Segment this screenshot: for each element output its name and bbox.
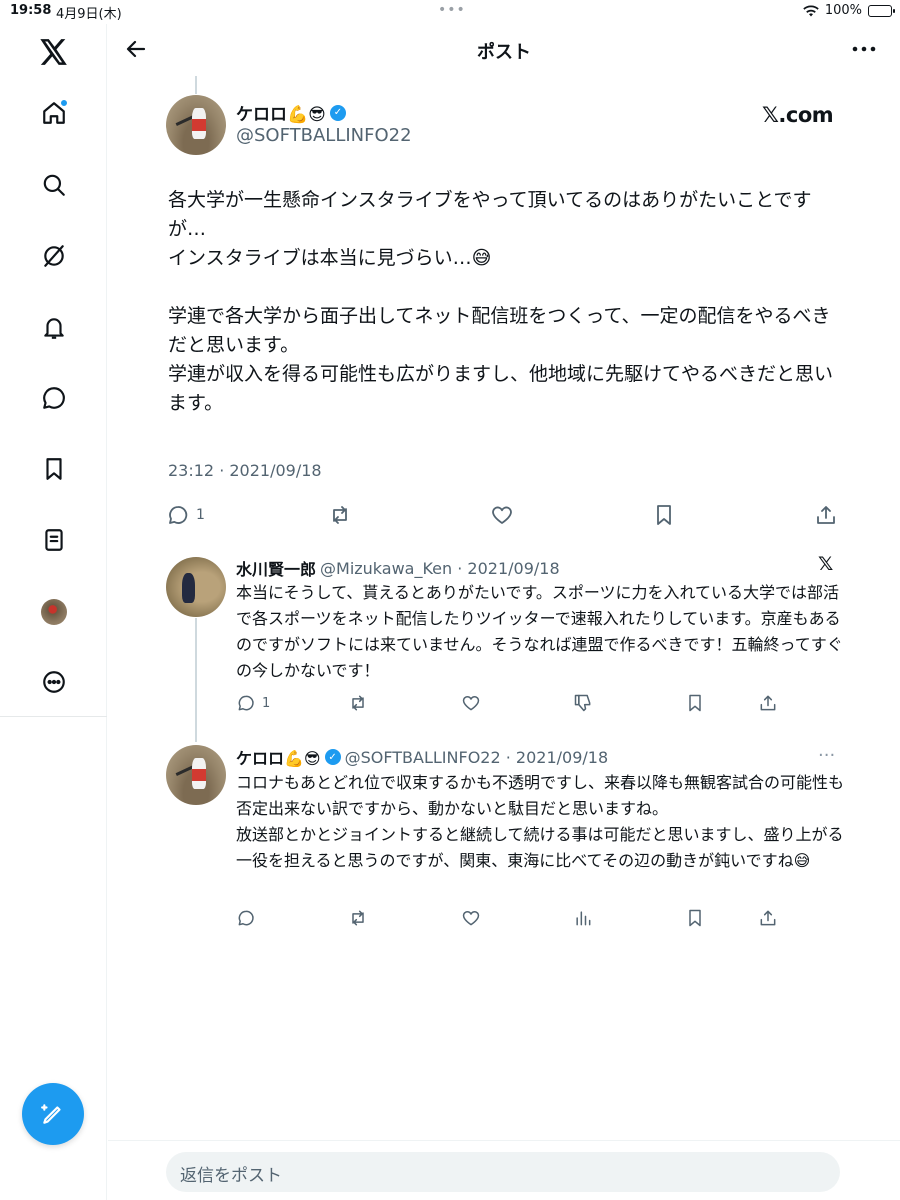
notification-dot [60,99,68,107]
multitasking-dots-icon[interactable]: ••• [438,2,466,18]
like-button[interactable] [461,908,481,928]
share-icon [760,910,776,926]
reply-author-avatar[interactable] [166,745,226,805]
thread-connector [195,618,197,742]
post-text: 各大学が一生懸命インスタライブをやって頂いてるのはありがたいことですが… インス… [168,186,844,418]
home-icon[interactable] [34,93,74,133]
share-icon [760,695,776,711]
compose-quill-icon [41,1104,61,1124]
grok-icon[interactable] [34,236,74,276]
like-button[interactable] [461,693,481,713]
x-brand-icon: 𝕏 [818,553,834,575]
more-circle-icon[interactable] [34,662,74,702]
repost-icon [352,910,364,926]
share-button[interactable] [758,693,778,713]
bookmark-icon [689,694,701,712]
profile-avatar[interactable] [34,592,74,632]
wifi-icon [803,4,819,16]
heart-icon [462,695,480,711]
thumbs-down-icon [574,694,591,712]
reply-paragraph: コロナもあとどれ位で収束するかも不透明ですし、来春以降も無観客試合の可能性も否定… [236,773,845,818]
repost-icon [352,695,364,711]
reply-button[interactable] [236,908,256,928]
heart-icon [492,506,512,524]
compose-post-button[interactable] [22,1083,84,1145]
reply-author-handle-date[interactable]: @Mizukawa_Ken · 2021/09/18 [320,559,560,578]
reply-count: 1 [196,507,205,523]
reply-icon [238,695,254,711]
post-timestamp[interactable]: 23:12 · 2021/09/18 [168,461,322,480]
author-name-row[interactable]: ケロロ💪😎 ✓ [236,100,346,125]
x-logo-icon[interactable] [34,32,74,72]
bookmark-button[interactable] [685,908,705,928]
author-handle[interactable]: @SOFTBALLINFO22 [236,125,412,146]
reply-icon [238,910,254,926]
repost-button[interactable] [348,693,368,713]
reply-input[interactable]: 返信をポスト [166,1152,840,1192]
reply-author-row[interactable]: 水川賢一郎 @Mizukawa_Ken · 2021/09/18 [236,556,560,580]
reply-author-name[interactable]: ケロロ💪😎 [236,745,321,769]
reply-button[interactable]: 1 [236,693,270,713]
status-bar: 19:58 4月9日(木) ••• 100% [0,0,900,24]
verified-badge-icon: ✓ [329,104,346,121]
analytics-bars-icon [576,911,591,926]
x-com-brand: 𝕏.com [762,103,834,127]
messages-icon[interactable] [34,378,74,418]
share-icon [817,506,835,524]
reply-paragraph: 本当にそうして、貰えるとありがたいです。スポーツに力を入れている大学では部活で各… [236,583,843,680]
bookmarks-icon[interactable] [34,449,74,489]
reply-text: 本当にそうして、貰えるとありがたいです。スポーツに力を入れている大学では部活で各… [236,580,846,684]
bookmark-icon [689,909,701,927]
repost-button[interactable] [348,908,368,928]
sidebar-divider [0,716,107,717]
like-button[interactable] [490,503,514,527]
reply-button[interactable]: 1 [166,503,205,527]
views-button[interactable] [573,908,593,928]
bookmark-button[interactable] [685,693,705,713]
reply-author-avatar[interactable] [166,557,226,617]
heart-icon [462,910,480,926]
verified-badge-icon: ✓ [324,749,341,765]
post-paragraph: 各大学が一生懸命インスタライブをやって頂いてるのはありがたいことですが… [168,189,812,240]
reply-count: 1 [262,695,271,711]
share-button[interactable] [758,908,778,928]
thread-connector [195,76,197,94]
status-date: 4月9日(木) [56,7,122,22]
bookmark-icon [657,505,671,525]
reply-paragraph: 放送部とかとジョイントすると継続して続ける事は可能だと思いますし、盛り上がる一役… [236,825,844,870]
post-paragraph [168,273,844,302]
post-paragraph: 学連が収入を得る可能性も広がりますし、他地域に先駆けてやるべきだと思います。 [168,363,834,414]
bookmark-button[interactable] [652,503,676,527]
author-avatar[interactable] [166,95,226,155]
lists-icon[interactable] [34,520,74,560]
reply-author-handle-date[interactable]: @SOFTBALLINFO22 · 2021/09/18 [345,748,609,767]
downvote-button[interactable] [573,693,593,713]
reply-author-row[interactable]: ケロロ💪😎 ✓ @SOFTBALLINFO22 · 2021/09/18 [236,745,608,769]
reply-composer-bar: 返信をポスト [108,1140,900,1200]
search-icon[interactable] [34,165,74,205]
reply-icon [169,506,188,524]
post-paragraph: インスタライブは本当に見づらい…😅 [168,247,492,269]
post-paragraph: 学連で各大学から面子出してネット配信班をつくって、一定の配信をやるべきだと思いま… [168,305,831,356]
more-options-icon[interactable] [848,35,880,63]
post-header: ポスト [108,24,900,74]
reply-text: コロナもあとどれ位で収束するかも不透明ですし、来春以降も無観客試合の可能性も否定… [236,770,846,874]
author-name[interactable]: ケロロ💪😎 [236,100,326,125]
battery-icon [868,4,895,17]
sidebar-nav [0,24,107,1200]
reply-more-icon[interactable]: ··· [818,745,835,766]
share-button[interactable] [814,503,838,527]
repost-button[interactable] [328,503,352,527]
repost-icon [333,506,347,524]
page-title: ポスト [477,42,531,63]
status-time: 19:58 [10,3,52,18]
reply-author-name[interactable]: 水川賢一郎 [236,556,316,580]
battery-percent: 100% [824,3,862,18]
notifications-bell-icon[interactable] [34,308,74,348]
